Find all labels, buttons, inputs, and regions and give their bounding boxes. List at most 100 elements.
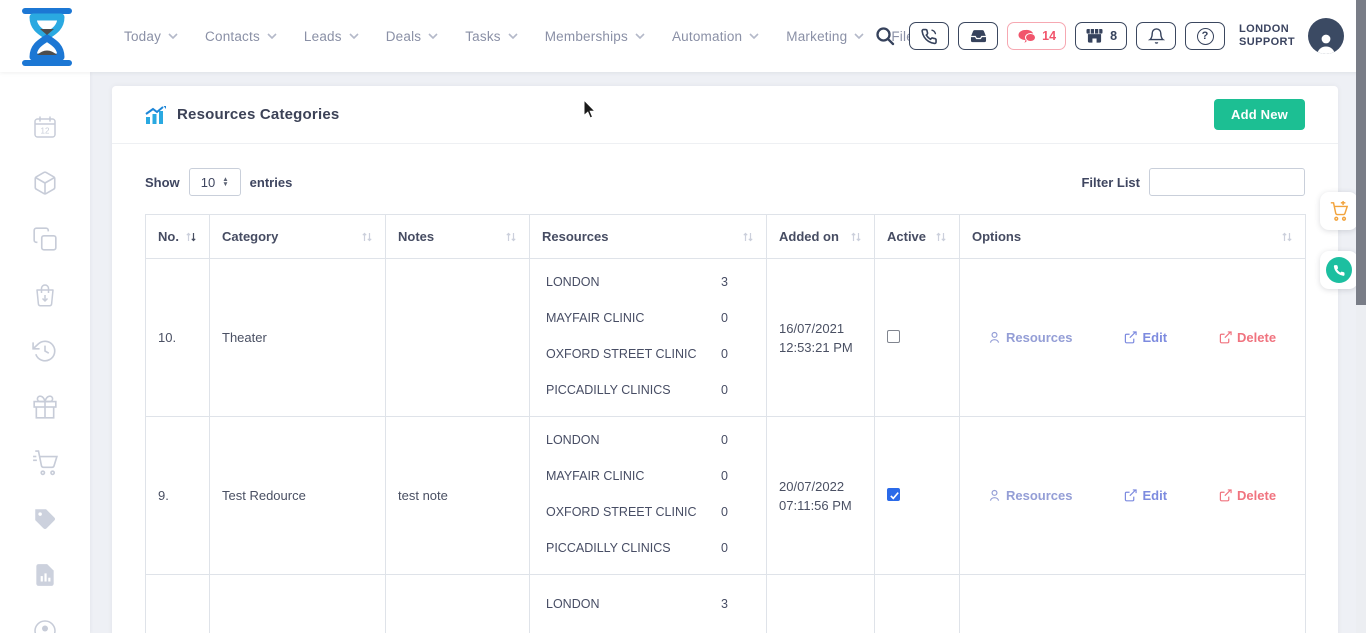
- column-header-resources[interactable]: Resources: [530, 215, 767, 259]
- store-button[interactable]: 8: [1075, 22, 1127, 50]
- inbox-button[interactable]: [958, 22, 998, 50]
- menu-item-leads[interactable]: Leads: [304, 29, 359, 44]
- cell-resources: LONDON0 MAYFAIR CLINIC0 OXFORD STREET CL…: [530, 417, 767, 575]
- cell-no: 9.: [146, 417, 210, 575]
- column-header-added-on[interactable]: Added on: [767, 215, 875, 259]
- delete-link[interactable]: Delete: [1219, 488, 1276, 503]
- cell-category: Theater: [210, 259, 386, 417]
- cell-notes: [386, 575, 530, 633]
- app-logo-hourglass-icon[interactable]: [20, 8, 74, 66]
- add-new-button[interactable]: Add New: [1214, 99, 1305, 130]
- chevron-down-icon: [854, 33, 864, 39]
- column-header-no[interactable]: No.: [146, 215, 210, 259]
- floating-phone-button[interactable]: [1320, 251, 1358, 289]
- column-header-category[interactable]: Category: [210, 215, 386, 259]
- floating-cart-button[interactable]: [1320, 192, 1358, 230]
- chart-growth-icon: [145, 106, 166, 124]
- cell-notes: test note: [386, 417, 530, 575]
- sort-icon: [505, 231, 517, 243]
- user-avatar[interactable]: [1308, 18, 1344, 54]
- chat-count-badge: 14: [1042, 29, 1056, 43]
- search-icon: [875, 26, 895, 46]
- select-arrows-icon: ▲▼: [222, 177, 228, 187]
- chevron-down-icon: [635, 33, 645, 39]
- svg-text:12: 12: [41, 127, 50, 136]
- column-header-active[interactable]: Active: [875, 215, 960, 259]
- cell-added-on: 16/07/2021 12:53:21 PM: [767, 259, 875, 417]
- left-sidebar: 12: [0, 72, 90, 633]
- bell-icon: [1148, 27, 1165, 45]
- delete-link[interactable]: Delete: [1219, 330, 1276, 345]
- table-controls: Show 10 ▲▼ entries Filter List: [145, 168, 1305, 196]
- question-mark-icon: ?: [1197, 28, 1214, 45]
- entries-label: entries: [250, 175, 293, 190]
- help-button[interactable]: ?: [1185, 22, 1225, 50]
- show-label: Show: [145, 175, 180, 190]
- person-icon: [1314, 32, 1338, 54]
- sort-icon: [742, 231, 754, 243]
- sidebar-calendar-icon[interactable]: 12: [32, 114, 58, 140]
- filter-list-input[interactable]: [1149, 168, 1305, 196]
- main-menu: Today Contacts Leads Deals Tasks Members…: [124, 0, 921, 72]
- filter-list-label: Filter List: [1081, 175, 1140, 190]
- chat-messages-button[interactable]: 14: [1007, 22, 1066, 50]
- page-title: Resources Categories: [177, 106, 339, 123]
- sort-icon: [1281, 231, 1293, 243]
- sidebar-package-icon[interactable]: [32, 170, 58, 196]
- sidebar-cart-icon[interactable]: [32, 450, 58, 476]
- chevron-down-icon: [508, 33, 518, 39]
- column-header-notes[interactable]: Notes: [386, 215, 530, 259]
- chevron-down-icon: [168, 33, 178, 39]
- sidebar-coupon-icon[interactable]: [32, 506, 58, 532]
- active-checkbox[interactable]: [887, 488, 900, 501]
- notifications-button[interactable]: [1136, 22, 1176, 50]
- sidebar-account-icon[interactable]: [32, 618, 58, 633]
- menu-item-memberships[interactable]: Memberships: [545, 29, 645, 44]
- sort-icon: [185, 231, 197, 243]
- cell-options: [960, 575, 1306, 633]
- sidebar-report-icon[interactable]: [32, 562, 58, 588]
- card-header: Resources Categories Add New: [112, 86, 1338, 144]
- cell-options: Resources Edit Delete: [960, 417, 1306, 575]
- top-navbar: Today Contacts Leads Deals Tasks Members…: [0, 0, 1366, 72]
- active-checkbox[interactable]: [887, 330, 900, 343]
- resources-link[interactable]: Resources: [988, 488, 1072, 503]
- menu-item-marketing[interactable]: Marketing: [786, 29, 864, 44]
- resources-link[interactable]: Resources: [988, 330, 1072, 345]
- edit-icon: [1124, 331, 1137, 344]
- menu-item-contacts[interactable]: Contacts: [205, 29, 277, 44]
- menu-item-today[interactable]: Today: [124, 29, 178, 44]
- cell-no: [146, 575, 210, 633]
- phone-calls-button[interactable]: [909, 22, 949, 50]
- edit-link[interactable]: Edit: [1124, 488, 1167, 503]
- sidebar-copy-icon[interactable]: [32, 226, 58, 252]
- cell-added-on: 20/07/2022 07:11:56 PM: [767, 417, 875, 575]
- navbar-right-cluster: 14 8 ? LONDON SUPPORT: [875, 0, 1344, 72]
- search-button[interactable]: [875, 26, 895, 46]
- menu-item-tasks[interactable]: Tasks: [465, 29, 518, 44]
- cell-category: Test Redource: [210, 417, 386, 575]
- chevron-down-icon: [267, 33, 277, 39]
- phone-icon: [921, 28, 938, 45]
- chevron-down-icon: [428, 33, 438, 39]
- sidebar-bag-checkin-icon[interactable]: [32, 282, 58, 308]
- sort-icon: [935, 231, 947, 243]
- sort-icon: [850, 231, 862, 243]
- storefront-icon: [1085, 28, 1104, 44]
- sidebar-history-icon[interactable]: [32, 338, 58, 364]
- edit-icon: [1219, 331, 1232, 344]
- cell-resources: LONDON3 MAYFAIR CLINIC0 OXFORD STREET CL…: [530, 259, 767, 417]
- phone-circle-icon: [1326, 257, 1352, 283]
- menu-item-deals[interactable]: Deals: [386, 29, 439, 44]
- edit-link[interactable]: Edit: [1124, 330, 1167, 345]
- table-row: 10. Theater LONDON3 MAYFAIR CLINIC0 OXFO…: [146, 259, 1306, 417]
- edit-icon: [1124, 489, 1137, 502]
- column-header-options[interactable]: Options: [960, 215, 1306, 259]
- cell-added-on: [767, 575, 875, 633]
- menu-item-automation[interactable]: Automation: [672, 29, 759, 44]
- page-size-select[interactable]: 10 ▲▼: [189, 168, 241, 196]
- person-icon: [988, 331, 1001, 344]
- sidebar-gift-icon[interactable]: [32, 394, 58, 420]
- scrollbar-thumb[interactable]: [1356, 0, 1366, 305]
- store-count-badge: 8: [1110, 29, 1117, 43]
